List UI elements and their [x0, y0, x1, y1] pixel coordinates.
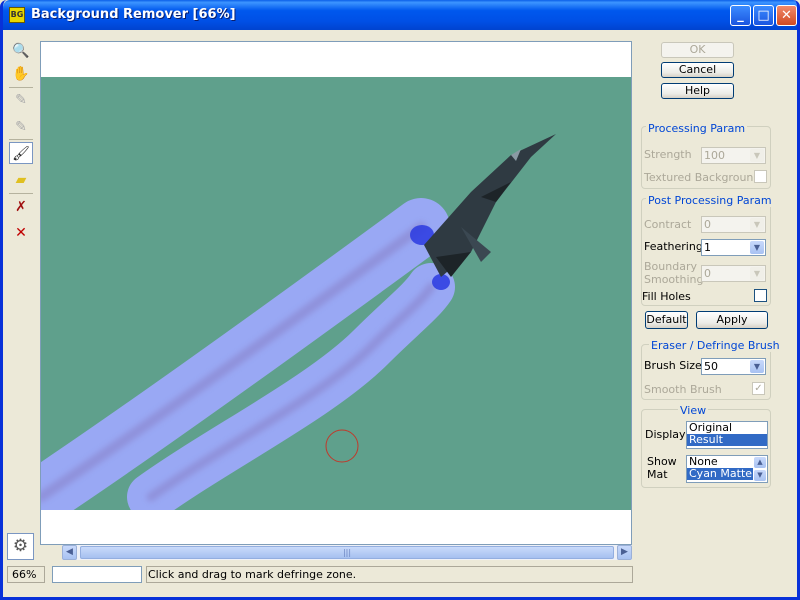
post-processing-legend: Post Processing Param — [646, 194, 774, 207]
chevron-down-icon: ▼ — [750, 360, 764, 373]
boundary-smoothing-select[interactable]: 0 ▼ — [701, 265, 766, 282]
show-mat-label: Show — [647, 455, 677, 468]
defringe-brush-icon[interactable]: 🖌 — [9, 142, 33, 164]
cancel-button[interactable]: Cancel — [661, 62, 734, 78]
hand-icon[interactable]: ✋ — [9, 63, 33, 85]
feathering-select[interactable]: 1 ▼ — [701, 239, 766, 256]
horizontal-scrollbar[interactable]: ◀ ||| ▶ — [62, 545, 632, 560]
tool-palette: 🔍 ✋ ✎ ✎ 🖌 ▰ ✗ ✕ — [6, 38, 36, 248]
jet-silhouette — [424, 134, 556, 277]
pen-plus-icon[interactable]: ✎ — [9, 116, 33, 138]
brush-cursor — [325, 429, 359, 463]
maximize-button[interactable]: □ — [753, 5, 774, 26]
title-bar[interactable]: BG Background Remover [66%] _ □ ✕ — [3, 0, 797, 30]
contract-label: Contract — [644, 218, 692, 231]
chevron-down-icon: ▼ — [750, 149, 764, 162]
fill-holes-label: Fill Holes — [642, 290, 691, 303]
eraser-icon[interactable]: ▰ — [9, 169, 33, 191]
eraser-brush-legend: Eraser / Defringe Brush — [649, 339, 782, 352]
strength-label: Strength — [644, 148, 692, 161]
magnifier-icon[interactable]: 🔍 — [9, 40, 33, 62]
textured-background-checkbox[interactable] — [754, 170, 767, 183]
image-canvas[interactable] — [40, 41, 632, 545]
minimize-button[interactable]: _ — [730, 5, 751, 26]
brush-size-select[interactable]: 50 ▼ — [701, 358, 766, 375]
preview-area[interactable] — [41, 77, 631, 526]
chevron-down-icon: ▼ — [750, 267, 764, 280]
smooth-brush-checkbox[interactable]: ✓ — [752, 382, 765, 395]
delete-icon[interactable]: ✕ — [9, 222, 33, 244]
ok-button[interactable]: OK — [661, 42, 734, 58]
preview-image — [41, 134, 556, 526]
settings-gear-icon[interactable]: ⚙ — [7, 533, 34, 560]
display-listbox[interactable]: Original Result — [686, 421, 768, 449]
close-button[interactable]: ✕ — [776, 5, 797, 26]
scroll-left-icon[interactable]: ◀ — [62, 545, 77, 560]
textured-background-label: Textured Background — [644, 171, 761, 184]
contract-select[interactable]: 0 ▼ — [701, 216, 766, 233]
boundary-smoothing-label: Boundary — [644, 260, 697, 273]
show-mat-label-2: Mat — [647, 468, 668, 481]
display-option-result[interactable]: Result — [687, 434, 767, 446]
chevron-down-icon: ▼ — [750, 241, 764, 254]
app-logo-icon: BG — [9, 7, 25, 23]
brush-size-label: Brush Size — [644, 359, 702, 372]
chevron-down-icon: ▼ — [750, 218, 764, 231]
scroll-up-icon[interactable]: ▲ — [754, 457, 766, 468]
default-button[interactable]: Default — [645, 311, 688, 329]
mat-option-cyan-matte[interactable]: Cyan Matte — [687, 468, 753, 480]
view-legend: View — [678, 404, 709, 417]
window-title: Background Remover [66%] — [31, 7, 236, 22]
smooth-brush-label: Smooth Brush — [644, 383, 722, 396]
strength-select[interactable]: 100 ▼ — [701, 147, 766, 164]
mat-listbox[interactable]: None Cyan Matte ▲ ▼ — [686, 455, 768, 483]
processing-param-legend: Processing Param — [646, 122, 748, 135]
boundary-smoothing-label-2: Smoothing — [644, 273, 704, 286]
feathering-label: Feathering — [644, 240, 703, 253]
help-button[interactable]: Help — [661, 83, 734, 99]
progress-field — [52, 566, 142, 583]
clear-marks-icon[interactable]: ✗ — [9, 196, 33, 218]
zoom-level: 66% — [7, 566, 45, 583]
fill-holes-checkbox[interactable] — [754, 289, 767, 302]
status-bar: 66% Click and drag to mark defringe zone… — [7, 566, 633, 583]
scroll-down-icon[interactable]: ▼ — [754, 470, 766, 481]
display-label: Display — [645, 428, 686, 441]
apply-button[interactable]: Apply — [696, 311, 768, 329]
status-message: Click and drag to mark defringe zone. — [146, 566, 633, 583]
scroll-right-icon[interactable]: ▶ — [617, 545, 632, 560]
scroll-thumb[interactable]: ||| — [80, 546, 614, 559]
pen-minus-icon[interactable]: ✎ — [9, 89, 33, 111]
